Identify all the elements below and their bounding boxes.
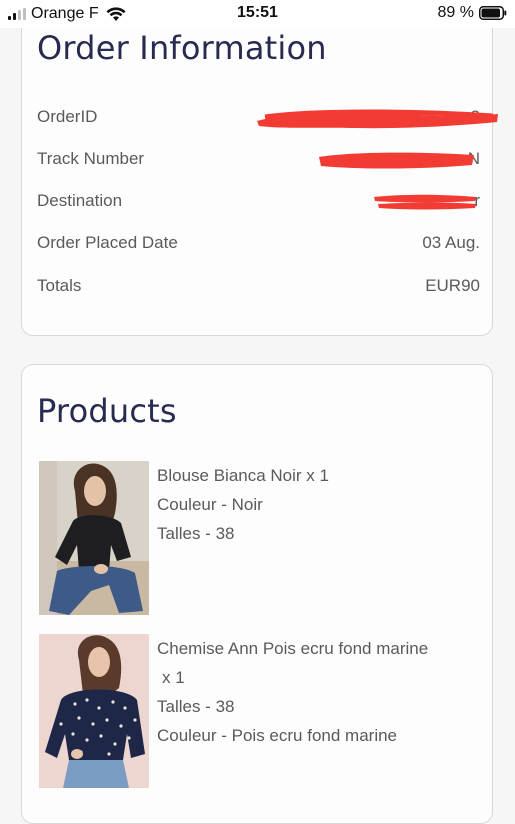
totals-row: Totals EUR90 <box>37 276 480 300</box>
product-quantity: x 1 <box>162 668 185 687</box>
product-size: Talles - 38 <box>157 697 235 716</box>
products-card: Products Blouse Bianca Noir x 1 Couleur … <box>21 364 493 824</box>
status-right: 89 % <box>438 4 507 22</box>
order-id-label: OrderID <box>37 107 98 126</box>
order-information-card: Order Information OrderID 2 Track Number… <box>21 0 498 336</box>
redaction-mark <box>255 107 500 133</box>
product-details: Blouse Bianca Noir x 1 Couleur - Noir Ta… <box>157 461 487 548</box>
destination-row: Destination r <box>37 191 480 215</box>
redaction-mark <box>372 191 478 213</box>
product-color: Couleur - Noir <box>157 495 263 514</box>
totals-label: Totals <box>37 276 82 295</box>
status-bar: Orange F 15:51 89 % <box>0 0 515 28</box>
redaction-mark <box>317 149 477 173</box>
product-image[interactable] <box>39 461 149 615</box>
product-details: Chemise Ann Pois ecru fond marine x 1 Ta… <box>157 634 487 750</box>
order-id-row: OrderID 2 <box>37 107 498 131</box>
totals-value: EUR90 <box>425 276 480 295</box>
track-number-label: Track Number <box>37 149 145 168</box>
order-information-title: Order Information <box>37 29 327 67</box>
track-number-row: Track Number N <box>37 149 480 173</box>
products-title: Products <box>37 392 177 430</box>
product-name: Blouse Bianca Noir x 1 <box>157 466 329 485</box>
battery-percentage: 89 % <box>437 4 474 21</box>
order-placed-date-label: Order Placed Date <box>37 233 178 252</box>
product-name: Chemise Ann Pois ecru fond marine <box>157 639 429 658</box>
battery-icon <box>479 6 507 20</box>
order-placed-date-value: 03 Aug. <box>422 233 480 252</box>
order-placed-date-row: Order Placed Date 03 Aug. <box>37 233 480 257</box>
product-image[interactable] <box>39 634 149 788</box>
product-size: Talles - 38 <box>157 524 235 543</box>
destination-label: Destination <box>37 191 123 210</box>
product-color: Couleur - Pois ecru fond marine <box>157 726 398 745</box>
